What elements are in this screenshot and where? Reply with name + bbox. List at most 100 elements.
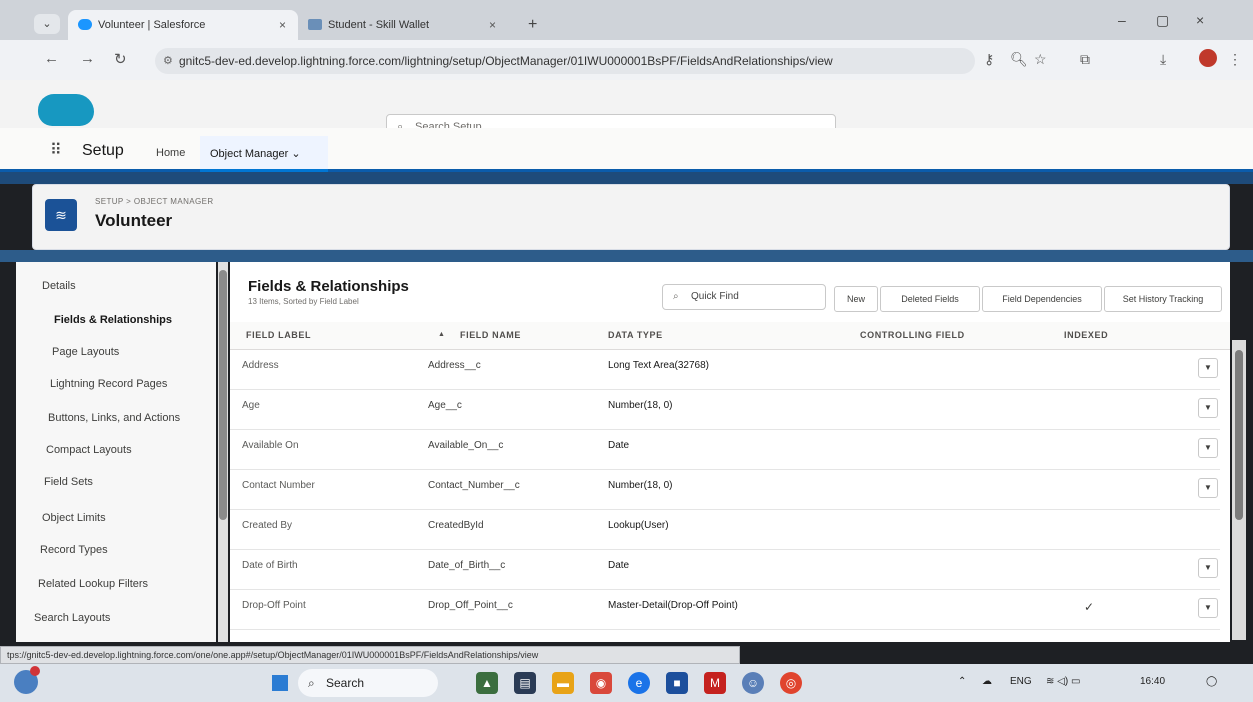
- chevron-down-icon[interactable]: ⌄: [291, 148, 300, 160]
- url-field[interactable]: ⚙ gnitc5-dev-ed.develop.lightning.force.…: [155, 48, 975, 74]
- table-scrollbar[interactable]: [1232, 340, 1246, 640]
- language-indicator[interactable]: ENG: [1010, 676, 1032, 687]
- sidebar-item-field-sets[interactable]: Field Sets: [44, 476, 93, 488]
- password-key-icon[interactable]: ⚷: [984, 51, 994, 68]
- close-tab-icon[interactable]: ×: [489, 10, 496, 40]
- taskbar-search-input[interactable]: ⌕ Search: [298, 669, 438, 697]
- tab-search-button[interactable]: ⌄: [34, 14, 60, 34]
- new-tab-button[interactable]: +: [528, 16, 537, 34]
- indexed-check: ✓: [1084, 600, 1095, 614]
- gmail-app-icon[interactable]: M: [704, 672, 726, 694]
- field-dependencies-button[interactable]: Field Dependencies: [982, 286, 1102, 312]
- column-data-type[interactable]: DATA TYPE: [608, 330, 663, 340]
- profile-avatar-icon[interactable]: [1199, 49, 1217, 67]
- notifications-icon[interactable]: ◯: [1206, 676, 1217, 687]
- chat-app-icon[interactable]: ☺: [742, 672, 764, 694]
- weather-widget-icon[interactable]: [14, 666, 40, 694]
- edge-browser-icon[interactable]: e: [628, 672, 650, 694]
- deleted-fields-button[interactable]: Deleted Fields: [880, 286, 980, 312]
- field-name: CreatedById: [428, 520, 484, 531]
- reload-icon[interactable]: ↻: [114, 50, 127, 68]
- row-actions-dropdown[interactable]: ▼: [1198, 598, 1218, 618]
- field-name: Contact_Number__c: [428, 480, 520, 491]
- column-field-name[interactable]: FIELD NAME: [460, 330, 521, 340]
- sidebar-item-related-lookup-filters[interactable]: Related Lookup Filters: [38, 578, 148, 590]
- column-field-label[interactable]: FIELD LABEL: [246, 330, 311, 340]
- sidebar-item-compact-layouts[interactable]: Compact Layouts: [46, 444, 132, 456]
- field-label[interactable]: Available On: [242, 440, 299, 451]
- sidebar-item-buttons-links-actions[interactable]: Buttons, Links, and Actions: [48, 412, 180, 424]
- tab-student-skill-wallet[interactable]: Student - Skill Wallet ×: [298, 10, 508, 40]
- extensions-icon[interactable]: ⧉: [1080, 51, 1090, 68]
- sidebar-item-record-types[interactable]: Record Types: [40, 544, 108, 556]
- quick-find-placeholder: Quick Find: [691, 291, 739, 302]
- widgets-app-icon[interactable]: ▲: [476, 672, 498, 694]
- download-icon[interactable]: ⤓: [1160, 51, 1166, 68]
- field-label[interactable]: Date of Birth: [242, 560, 298, 571]
- table-row: Date of Birth Date_of_Birth__c Date ▼: [230, 550, 1220, 590]
- task-view-icon[interactable]: ▤: [514, 672, 536, 694]
- forward-icon[interactable]: →: [80, 50, 95, 67]
- nav-home[interactable]: Home: [156, 147, 185, 159]
- maximize-icon[interactable]: ▢: [1156, 12, 1169, 29]
- nav-object-manager[interactable]: Object Manager ⌄: [200, 136, 328, 172]
- column-controlling-field[interactable]: CONTROLLING FIELD: [860, 330, 965, 340]
- zoom-icon[interactable]: 🔍︎: [1010, 51, 1028, 68]
- sort-ascending-icon[interactable]: ▲: [438, 331, 445, 338]
- field-label[interactable]: Contact Number: [242, 480, 315, 491]
- sidebar-item-search-layouts[interactable]: Search Layouts: [34, 612, 110, 624]
- field-name: Age__c: [428, 400, 462, 411]
- close-window-icon[interactable]: ×: [1196, 12, 1204, 28]
- scrollbar-thumb[interactable]: [219, 270, 227, 520]
- office-app-icon[interactable]: ◉: [590, 672, 612, 694]
- sidebar-item-lightning-record-pages[interactable]: Lightning Record Pages: [50, 378, 167, 390]
- tab-volunteer-salesforce[interactable]: Volunteer | Salesforce ×: [68, 10, 298, 40]
- row-actions-dropdown[interactable]: ▼: [1198, 398, 1218, 418]
- minimize-icon[interactable]: –: [1118, 12, 1126, 28]
- menu-icon[interactable]: ⋮: [1228, 51, 1242, 68]
- set-history-tracking-button[interactable]: Set History Tracking: [1104, 286, 1222, 312]
- row-actions-dropdown[interactable]: ▼: [1198, 358, 1218, 378]
- data-type: Number(18, 0): [608, 480, 673, 491]
- sidebar-item-fields-relationships[interactable]: Fields & Relationships: [54, 314, 172, 326]
- new-button[interactable]: New: [834, 286, 878, 312]
- field-label[interactable]: Drop-Off Point: [242, 600, 306, 611]
- file-explorer-icon[interactable]: ▬: [552, 672, 574, 694]
- sidebar-item-page-layouts[interactable]: Page Layouts: [52, 346, 119, 358]
- breadcrumb[interactable]: SETUP > OBJECT MANAGER: [95, 197, 214, 206]
- windows-start-icon[interactable]: [272, 675, 288, 691]
- bookmark-star-icon[interactable]: ☆: [1034, 51, 1047, 68]
- sidebar-item-details[interactable]: Details: [42, 280, 76, 292]
- row-actions-dropdown[interactable]: ▼: [1198, 438, 1218, 458]
- sidebar-item-object-limits[interactable]: Object Limits: [42, 512, 106, 524]
- store-app-icon[interactable]: ■: [666, 672, 688, 694]
- url-text: gnitc5-dev-ed.develop.lightning.force.co…: [179, 54, 833, 68]
- clock[interactable]: 16:40: [1140, 676, 1165, 687]
- field-label[interactable]: Age: [242, 400, 260, 411]
- quick-find-input[interactable]: ⌕ Quick Find: [662, 284, 826, 310]
- salesforce-logo-icon[interactable]: [38, 94, 94, 126]
- close-tab-icon[interactable]: ×: [279, 10, 286, 40]
- row-actions-dropdown[interactable]: ▼: [1198, 478, 1218, 498]
- wifi-volume-battery-icon[interactable]: ≋ ◁) ▭: [1046, 676, 1080, 687]
- setup-nav-bar: ⠿ Setup Home Object Manager ⌄: [0, 128, 1253, 172]
- app-launcher-icon[interactable]: ⠿: [50, 140, 62, 160]
- column-indexed[interactable]: INDEXED: [1064, 330, 1108, 340]
- object-sidebar: Details Fields & Relationships Page Layo…: [16, 262, 216, 642]
- scrollbar-thumb[interactable]: [1235, 350, 1243, 520]
- table-row: Address Address__c Long Text Area(32768)…: [230, 350, 1220, 390]
- field-label[interactable]: Created By: [242, 520, 292, 531]
- table-row: Age Age__c Number(18, 0) ▼: [230, 390, 1220, 430]
- browser-tab-strip: ⌄ Volunteer | Salesforce × Student - Ski…: [0, 0, 1253, 40]
- site-info-icon[interactable]: ⚙: [163, 48, 173, 74]
- cloud-sync-icon[interactable]: ☁: [982, 676, 992, 687]
- table-header: FIELD LABEL ▲ FIELD NAME DATA TYPE CONTR…: [230, 322, 1230, 350]
- back-icon[interactable]: ←: [44, 50, 59, 67]
- tray-overflow-icon[interactable]: ⌃: [958, 676, 966, 687]
- sidebar-scrollbar[interactable]: [218, 262, 228, 642]
- field-name: Date_of_Birth__c: [428, 560, 506, 571]
- content-background-strip: [0, 250, 1253, 262]
- row-actions-dropdown[interactable]: ▼: [1198, 558, 1218, 578]
- field-label[interactable]: Address: [242, 360, 279, 371]
- chrome-browser-icon[interactable]: ◎: [780, 672, 802, 694]
